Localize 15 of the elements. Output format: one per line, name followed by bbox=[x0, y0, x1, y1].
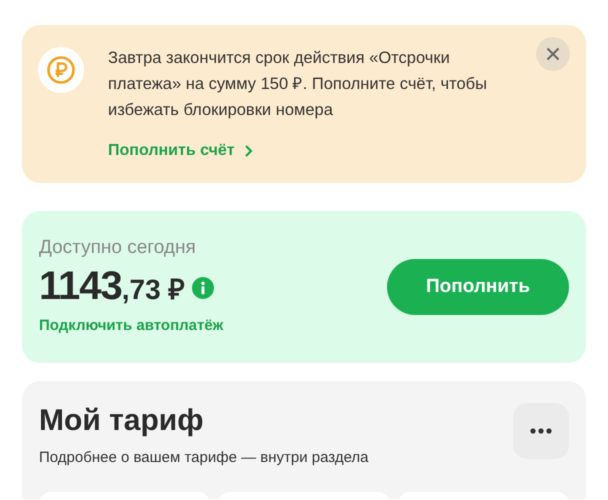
top-up-link[interactable]: Пополнить счёт bbox=[108, 139, 253, 163]
ruble-icon bbox=[38, 47, 84, 93]
top-up-button[interactable]: Пополнить bbox=[387, 259, 569, 315]
tariff-title: Мой тариф bbox=[39, 403, 204, 439]
close-icon bbox=[546, 47, 560, 61]
more-icon bbox=[530, 428, 552, 434]
balance-amount: 1143,73 ₽ bbox=[39, 264, 184, 310]
close-button[interactable] bbox=[536, 37, 570, 71]
balance-label: Доступно сегодня bbox=[39, 236, 197, 260]
info-icon[interactable] bbox=[192, 276, 214, 298]
notice-message: Завтра закончится срок действия «Отсрочки платежа» на сумму 150 ₽. Пополните счёт, чтобы избежать блокировки номера bbox=[108, 48, 488, 121]
autopay-link[interactable]: Подключить автоплатёж bbox=[39, 315, 224, 338]
more-button[interactable] bbox=[513, 403, 569, 459]
chevron-right-icon bbox=[242, 144, 253, 158]
tariff-subtitle: Подробнее о вашем тарифе — внутри раздела bbox=[39, 448, 369, 468]
